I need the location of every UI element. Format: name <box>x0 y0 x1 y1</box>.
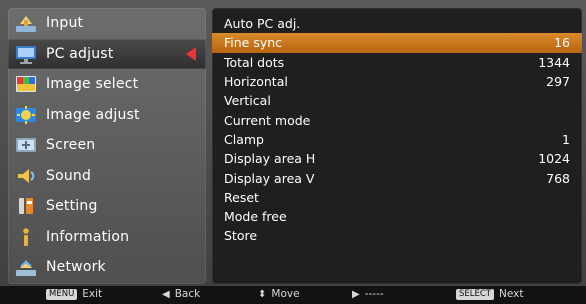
submenu-row-display-area-h[interactable]: Display area H 1024 <box>212 149 582 168</box>
menu-key-icon: MENU <box>46 288 78 300</box>
submenu-row-clamp[interactable]: Clamp 1 <box>212 130 582 149</box>
menu-item-label: Sound <box>46 167 92 184</box>
row-label: Fine sync <box>224 35 283 51</box>
row-value: 16 <box>554 35 570 51</box>
setting-icon <box>14 195 38 217</box>
help-right-label: ----- <box>364 288 384 300</box>
screen-icon <box>14 134 38 156</box>
row-value: 1024 <box>538 151 570 167</box>
help-move: ⬍ Move <box>258 288 300 300</box>
help-exit-label: Exit <box>82 288 103 300</box>
menu-item-image-select[interactable]: Image select <box>8 69 206 100</box>
left-arrow-icon: ◀ <box>162 288 170 300</box>
help-right: ▶ ----- <box>352 288 384 300</box>
menu-item-pc-adjust[interactable]: PC adjust <box>8 38 206 69</box>
row-label: Vertical <box>224 93 271 109</box>
submenu-row-mode-free[interactable]: Mode free <box>212 207 582 226</box>
row-label: Horizontal <box>224 74 288 90</box>
row-value: 768 <box>546 170 570 186</box>
row-value: 1 <box>562 131 570 147</box>
menu-item-label: Setting <box>46 198 98 215</box>
submenu-row-auto-pc-adj[interactable]: Auto PC adj. <box>212 14 582 33</box>
row-label: Auto PC adj. <box>224 16 301 32</box>
menu-item-input[interactable]: Input <box>8 8 206 39</box>
submenu-row-fine-sync[interactable]: Fine sync 16 <box>212 33 582 53</box>
active-menu-arrow-icon <box>186 46 196 61</box>
menu-item-sound[interactable]: Sound <box>8 161 206 192</box>
image-select-icon <box>14 73 38 95</box>
pc-adjust-icon <box>14 43 38 65</box>
pc-adjust-submenu: Auto PC adj. Fine sync 16 Total dots 134… <box>212 8 582 284</box>
help-exit: MENU Exit <box>46 288 102 300</box>
menu-item-label: Image select <box>46 76 139 93</box>
projector-menu-screen: Input PC adjust Image select Image adjus… <box>0 0 586 304</box>
row-label: Current mode <box>224 112 311 128</box>
select-key-icon: SELECT <box>456 288 494 300</box>
information-icon <box>14 226 38 248</box>
help-next: SELECT Next <box>456 288 523 300</box>
sound-icon <box>14 165 38 187</box>
submenu-row-reset[interactable]: Reset <box>212 188 582 207</box>
help-back-label: Back <box>174 288 201 300</box>
menu-item-network[interactable]: Network <box>8 252 206 283</box>
menu-item-screen[interactable]: Screen <box>8 130 206 161</box>
row-value: 297 <box>546 74 570 90</box>
row-label: Total dots <box>224 54 285 70</box>
row-label: Display area H <box>224 151 316 167</box>
menu-item-label: Information <box>46 228 130 245</box>
row-label: Mode free <box>224 209 287 225</box>
main-menu: Input PC adjust Image select Image adjus… <box>8 8 206 284</box>
menu-item-information[interactable]: Information <box>8 222 206 253</box>
row-value: 1344 <box>538 54 570 70</box>
help-move-label: Move <box>271 288 300 300</box>
input-icon <box>14 12 38 34</box>
menu-item-label: Image adjust <box>46 106 140 123</box>
right-arrow-icon: ▶ <box>352 288 360 300</box>
row-label: Reset <box>224 189 259 205</box>
submenu-row-current-mode[interactable]: Current mode <box>212 110 582 129</box>
menu-item-label: Screen <box>46 137 96 154</box>
menu-item-setting[interactable]: Setting <box>8 191 206 222</box>
submenu-row-horizontal[interactable]: Horizontal 297 <box>212 72 582 91</box>
menu-item-label: Input <box>46 15 84 32</box>
submenu-row-vertical[interactable]: Vertical <box>212 91 582 110</box>
network-icon <box>14 256 38 278</box>
row-label: Clamp <box>224 131 264 147</box>
submenu-row-display-area-v[interactable]: Display area V 768 <box>212 168 582 187</box>
submenu-row-store[interactable]: Store <box>212 226 582 245</box>
image-adjust-icon <box>14 104 38 126</box>
menu-item-label: Network <box>46 259 106 276</box>
menu-item-label: PC adjust <box>46 45 114 62</box>
help-back: ◀ Back <box>162 288 200 300</box>
help-next-label: Next <box>499 288 524 300</box>
submenu-row-total-dots[interactable]: Total dots 1344 <box>212 53 582 72</box>
menu-item-image-adjust[interactable]: Image adjust <box>8 100 206 131</box>
row-label: Store <box>224 228 258 244</box>
row-label: Display area V <box>224 170 315 186</box>
help-bar: MENU Exit ◀ Back ⬍ Move ▶ ----- SELECT N… <box>0 286 586 304</box>
up-down-arrows-icon: ⬍ <box>258 288 267 300</box>
